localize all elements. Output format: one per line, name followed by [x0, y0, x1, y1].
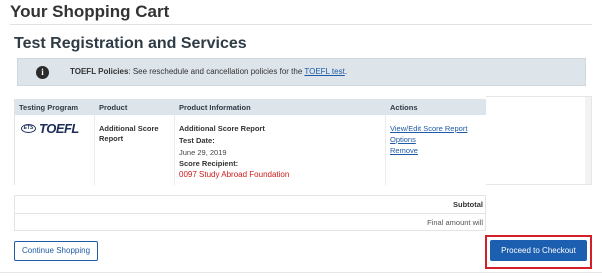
remove-link[interactable]: Remove — [390, 146, 418, 155]
policy-banner: i TOEFL Policies: See reschedule and can… — [17, 58, 586, 86]
recipient-label: Score Recipient: — [179, 159, 239, 168]
toefl-logo: ETS TOEFL — [21, 121, 79, 136]
subtotal-label: Subtotal — [453, 200, 483, 209]
proceed-to-checkout-button[interactable]: Proceed to Checkout — [490, 240, 587, 261]
column-divider — [174, 115, 175, 185]
final-amount-note: Final amount will — [427, 218, 483, 227]
test-date-label: Test Date: — [179, 136, 215, 145]
policy-message: TOEFL Policies: See reschedule and cance… — [70, 67, 347, 76]
side-panel-scrollbar[interactable] — [585, 97, 591, 184]
view-edit-score-report-link[interactable]: View/Edit Score Report — [390, 124, 467, 133]
test-date-value: June 29, 2019 — [179, 148, 227, 157]
title-divider — [10, 24, 592, 25]
info-title: Additional Score Report — [179, 124, 265, 133]
recipient-value: 0097 Study Abroad Foundation — [179, 170, 290, 179]
header-product-information: Product Information — [179, 103, 251, 112]
page-title: Your Shopping Cart — [10, 2, 170, 21]
column-divider — [94, 115, 95, 185]
policy-label: TOEFL Policies — [70, 67, 129, 76]
table-header: Testing Program Product Product Informat… — [15, 99, 487, 115]
column-divider — [385, 115, 386, 185]
info-icon: i — [36, 66, 49, 79]
summary-divider — [15, 213, 485, 214]
product-name: Additional Score Report — [99, 124, 159, 143]
bottom-divider — [0, 272, 602, 273]
header-actions: Actions — [390, 103, 418, 112]
header-testing-program: Testing Program — [19, 103, 79, 112]
toefl-test-link[interactable]: TOEFL test — [304, 67, 344, 76]
side-panel — [486, 96, 592, 185]
section-title: Test Registration and Services — [14, 35, 247, 52]
options-link[interactable]: Options — [390, 135, 416, 144]
cart-table: Testing Program Product Product Informat… — [14, 99, 487, 185]
order-summary: Subtotal Final amount will — [14, 195, 486, 231]
policy-end: . — [344, 67, 348, 76]
continue-shopping-button[interactable]: Continue Shopping — [14, 241, 98, 261]
ets-badge: ETS — [21, 124, 36, 133]
toefl-wordmark: TOEFL — [39, 121, 79, 136]
policy-text: : See reschedule and cancellation polici… — [128, 67, 305, 76]
header-product: Product — [99, 103, 128, 112]
